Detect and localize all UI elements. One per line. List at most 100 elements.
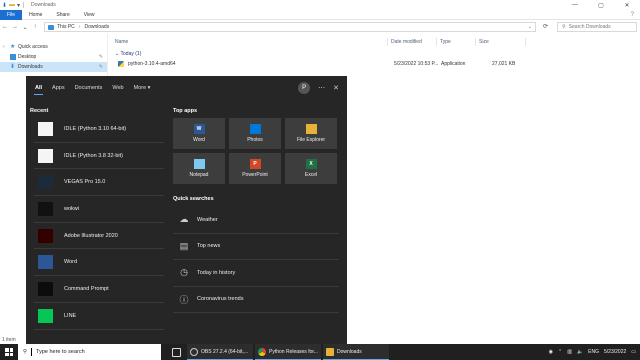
- avatar[interactable]: P: [298, 82, 311, 94]
- folder-icon: [326, 347, 334, 356]
- quick-search-item[interactable]: ⓘ Coronavirus trends: [173, 287, 339, 313]
- close-icon[interactable]: ✕: [333, 84, 339, 92]
- group-label: Today (1): [120, 51, 142, 57]
- tab-more[interactable]: More ▾: [129, 76, 156, 100]
- people-icon[interactable]: ◉: [549, 349, 553, 355]
- top-app-tile[interactable]: W Word: [173, 118, 225, 149]
- network-icon[interactable]: ▥: [567, 349, 572, 355]
- desktop-icon: [10, 54, 16, 60]
- column-header-name[interactable]: Name: [112, 38, 388, 46]
- table-row[interactable]: python-3.10.4-amd64 5/23/2022 10:53 P...…: [112, 59, 532, 69]
- more-options-icon[interactable]: ⋯: [318, 84, 325, 92]
- breadcrumb-downloads[interactable]: Downloads: [84, 24, 109, 30]
- taskbar-search-box[interactable]: ⚲ Type here to search: [18, 344, 161, 360]
- recent-item-label: IDLE (Python 3.10 64-bit): [64, 125, 127, 132]
- ribbon-tab-share[interactable]: Share: [49, 10, 76, 20]
- obs-icon: [190, 347, 198, 356]
- address-bar[interactable]: This PC › Downloads ⌄: [44, 22, 536, 32]
- top-app-tile[interactable]: Notepad: [173, 153, 225, 184]
- quick-search-label: Top news: [197, 243, 221, 250]
- ribbon-tab-home[interactable]: Home: [22, 10, 49, 20]
- chevron-right-icon: ›: [78, 24, 81, 30]
- column-header-size[interactable]: Size: [476, 38, 526, 46]
- nav-item-quick-access[interactable]: › ★ Quick access: [0, 42, 107, 52]
- maximize-button[interactable]: ▢: [588, 0, 614, 10]
- line-icon: [38, 308, 53, 323]
- top-app-tile[interactable]: File Explorer: [285, 118, 337, 149]
- forward-arrow-icon[interactable]: →: [10, 24, 20, 30]
- ribbon-tab-view[interactable]: View: [77, 10, 102, 20]
- recent-item[interactable]: VEGAS Pro 15.0: [34, 169, 164, 197]
- column-header-type[interactable]: Type: [437, 38, 476, 46]
- recent-locations-icon[interactable]: ⌄: [20, 24, 30, 31]
- tab-apps[interactable]: Apps: [47, 76, 70, 100]
- search-filter-tabs: All Apps Documents Web More ▾ P ⋯ ✕: [26, 76, 347, 100]
- address-row: ← → ⌄ ↑ This PC › Downloads ⌄ ⟳ ⚲ Search…: [0, 20, 640, 34]
- news-icon: ▤: [179, 240, 189, 251]
- recent-item[interactable]: Word: [34, 249, 164, 277]
- chevron-down-icon: ⌄: [115, 51, 120, 57]
- divider: [23, 2, 25, 8]
- taskbar-app-obs[interactable]: OBS 27.2.4 (64-bit,...: [187, 344, 253, 360]
- quick-search-item[interactable]: ◷ Today in history: [173, 260, 339, 287]
- start-button[interactable]: [0, 344, 18, 360]
- powerpoint-icon: P: [249, 159, 261, 169]
- folder-icon[interactable]: ▬: [9, 2, 15, 9]
- quick-search-item[interactable]: ▤ Top news: [173, 234, 339, 260]
- minimize-button[interactable]: —: [562, 0, 588, 10]
- weather-icon: ☁: [179, 214, 189, 225]
- column-header-date[interactable]: Date modified: [388, 38, 437, 46]
- task-view-icon[interactable]: [165, 344, 187, 360]
- taskbar-app-label: OBS 27.2.4 (64-bit,...: [201, 348, 248, 355]
- recent-item[interactable]: IDLE (Python 3.10 64-bit): [34, 116, 164, 143]
- taskbar-app-explorer[interactable]: Downloads: [323, 344, 389, 360]
- recent-item-label: Command Prompt: [64, 285, 109, 292]
- group-header[interactable]: ⌄ Today (1): [115, 51, 141, 57]
- volume-icon[interactable]: 🔈: [577, 349, 583, 355]
- close-button[interactable]: ✕: [614, 0, 640, 10]
- tab-web[interactable]: Web: [107, 76, 128, 100]
- top-app-tile[interactable]: X Excel: [285, 153, 337, 184]
- back-arrow-icon[interactable]: ←: [0, 24, 10, 30]
- top-apps-heading: Top apps: [173, 108, 198, 114]
- quick-access-icon[interactable]: ⬇: [2, 2, 7, 9]
- taskbar-app-chrome[interactable]: Python Releases for...: [255, 344, 321, 360]
- quick-search-label: Today in history: [197, 269, 236, 276]
- search-icon: ⚲: [23, 349, 28, 355]
- recent-item[interactable]: Command Prompt: [34, 276, 164, 303]
- taskbar-app-label: Downloads: [337, 348, 362, 355]
- language-indicator[interactable]: ENG: [588, 349, 599, 355]
- notifications-icon[interactable]: ▭: [631, 349, 636, 355]
- recent-item[interactable]: wokwi: [34, 196, 164, 223]
- clock[interactable]: 5/23/2022: [604, 349, 626, 355]
- recent-item[interactable]: Adobe Illustrator 2020: [34, 223, 164, 250]
- ribbon-tab-file[interactable]: File: [0, 9, 23, 20]
- tab-all[interactable]: All: [30, 76, 47, 100]
- python-installer-icon: [118, 61, 124, 67]
- expand-icon[interactable]: ›: [3, 42, 5, 52]
- breadcrumb-this-pc[interactable]: This PC: [57, 24, 75, 30]
- top-app-tile[interactable]: Photos: [229, 118, 281, 149]
- chevron-down-icon[interactable]: ⌄: [528, 24, 532, 30]
- start-search-panel: All Apps Documents Web More ▾ P ⋯ ✕ Rece…: [26, 76, 347, 344]
- chevron-up-icon[interactable]: ⌃: [558, 349, 562, 355]
- pin-icon: ✎: [98, 54, 103, 60]
- tab-documents[interactable]: Documents: [70, 76, 108, 100]
- help-icon[interactable]: ?: [631, 12, 634, 18]
- quick-searches-heading: Quick searches: [173, 196, 214, 202]
- top-app-tile[interactable]: P PowerPoint: [229, 153, 281, 184]
- windows-logo-icon: [5, 348, 13, 356]
- quick-search-item[interactable]: ☁ Weather: [173, 207, 339, 234]
- refresh-icon[interactable]: ⟳: [543, 23, 548, 30]
- up-arrow-icon[interactable]: ↑: [30, 24, 40, 30]
- search-box[interactable]: ⚲ Search Downloads: [557, 22, 637, 32]
- recent-item[interactable]: LINE: [34, 303, 164, 330]
- nav-item-desktop[interactable]: Desktop ✎: [0, 52, 107, 62]
- folder-icon: [305, 124, 317, 134]
- customize-toolbar-icon[interactable]: ▾: [17, 2, 20, 9]
- nav-item-downloads[interactable]: ⬇ Downloads ✎: [0, 62, 107, 72]
- taskbar: ⚲ Type here to search OBS 27.2.4 (64-bit…: [0, 344, 640, 360]
- computer-icon: [48, 24, 54, 30]
- recent-item[interactable]: IDLE (Python 3.8 32-bit): [34, 143, 164, 170]
- top-app-label: Excel: [304, 172, 318, 178]
